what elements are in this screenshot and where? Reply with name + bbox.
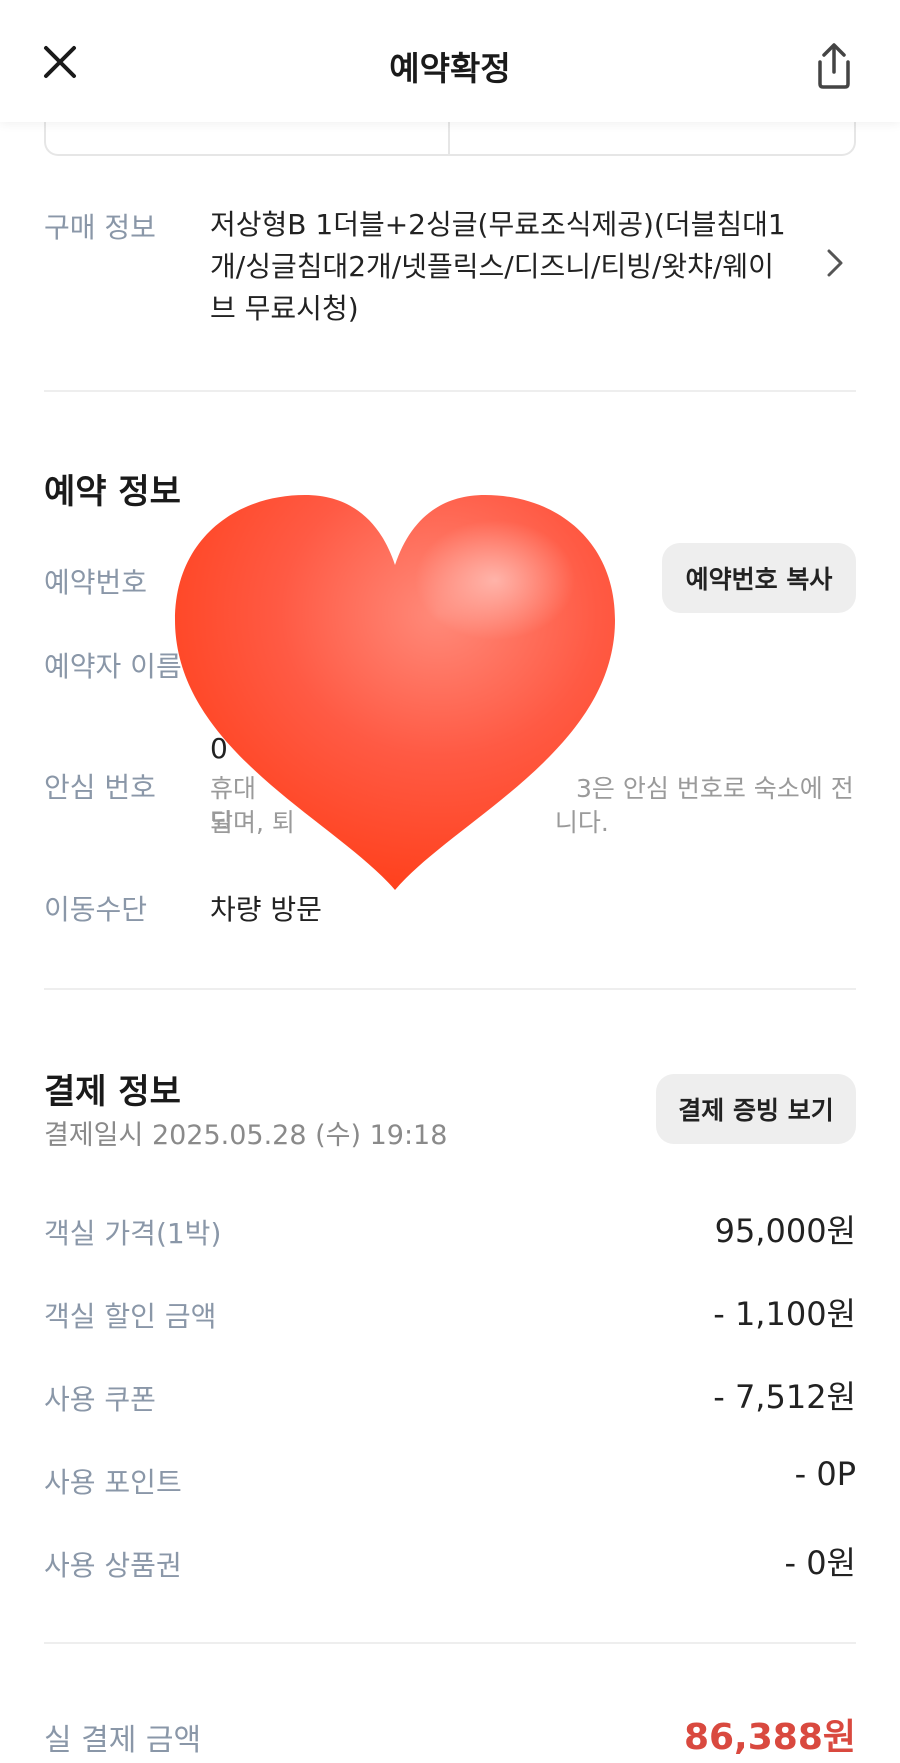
heart-emoji-icon [175, 495, 615, 890]
coupon-label: 사용 쿠폰 [44, 1383, 156, 1416]
payment-section-title: 결제 정보 [44, 1072, 181, 1112]
share-button[interactable] [808, 40, 860, 92]
purchase-info-value[interactable]: 저상형B 1더블+2싱글(무료조식제공)(더블침대1 개/싱글침대2개/넷플릭스… [210, 204, 810, 330]
points-value: - 0P [794, 1455, 856, 1493]
room-discount-label: 객실 할인 금액 [44, 1300, 217, 1333]
payment-receipt-button[interactable]: 결제 증빙 보기 [656, 1074, 856, 1144]
reservation-section-title: 예약 정보 [44, 472, 181, 512]
payment-date: 결제일시 2025.05.28 (수) 19:18 [44, 1120, 448, 1151]
transport-label: 이동수단 [44, 893, 148, 926]
chevron-right-icon[interactable] [820, 246, 850, 280]
final-payment-label: 실 결제 금액 [44, 1723, 202, 1758]
section-divider [44, 1642, 856, 1644]
purchase-line: 개/싱글침대2개/넷플릭스/디즈니/티빙/왓챠/웨이 [210, 250, 774, 283]
close-button[interactable] [36, 38, 84, 86]
section-divider [44, 988, 856, 990]
copy-reservation-number-button[interactable]: 예약번호 복사 [662, 543, 856, 613]
room-price-label: 객실 가격(1박) [44, 1217, 222, 1250]
reservation-confirm-screen: 예약확정 구매 정보 저상형B 1더블+2싱글(무료조식제공)(더블침대1 개/… [0, 0, 900, 1763]
final-payment-amount: 86,388원 [683, 1717, 856, 1758]
share-icon [818, 43, 850, 89]
reserver-name-label: 예약자 이름 [44, 650, 182, 683]
purchase-line: 브 무료시청) [210, 292, 359, 325]
close-icon [44, 46, 76, 78]
page-title: 예약확정 [389, 49, 511, 88]
gift-card-value: - 0원 [784, 1544, 856, 1582]
coupon-value: - 7,512원 [713, 1378, 856, 1416]
section-divider [44, 390, 856, 392]
top-bar: 예약확정 [0, 0, 900, 122]
safe-number-label: 안심 번호 [44, 771, 156, 804]
purchase-info-label: 구매 정보 [44, 211, 156, 244]
gift-card-label: 사용 상품권 [44, 1549, 182, 1582]
purchase-line: 저상형B 1더블+2싱글(무료조식제공)(더블침대1 [210, 208, 786, 241]
reservation-number-label: 예약번호 [44, 566, 148, 599]
room-discount-value: - 1,100원 [713, 1295, 856, 1333]
room-price-value: 95,000원 [714, 1212, 856, 1250]
points-label: 사용 포인트 [44, 1466, 182, 1499]
